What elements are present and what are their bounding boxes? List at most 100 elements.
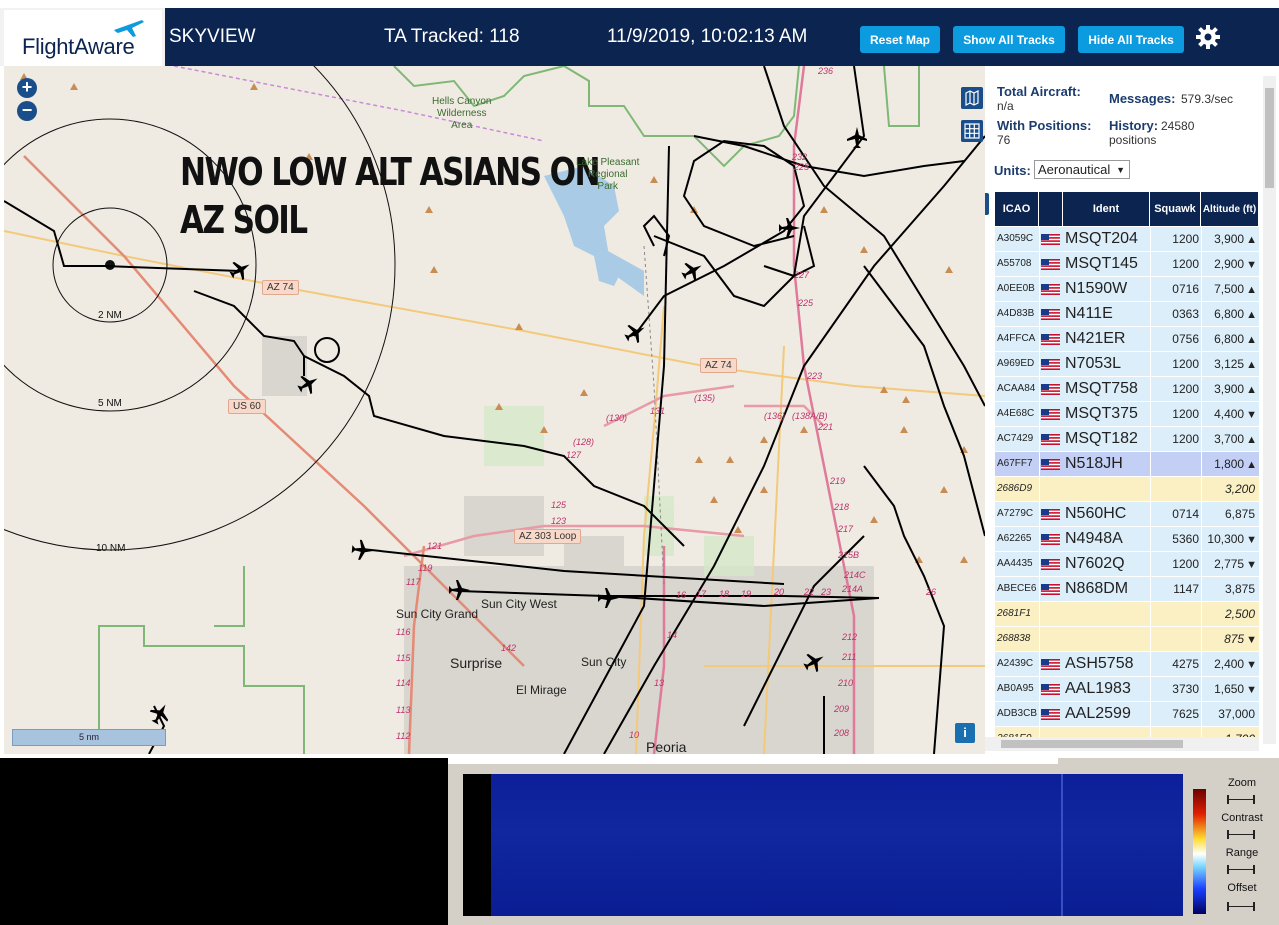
grid-icon[interactable] — [961, 120, 983, 142]
altitude-cell: 6,800 ▲ — [1201, 327, 1257, 351]
column-divider — [1201, 652, 1202, 676]
app-header: FlightAware SKYVIEW TA Tracked: 118 11/9… — [0, 0, 1279, 66]
zoom-slider[interactable] — [1227, 795, 1255, 804]
column-divider — [1039, 577, 1040, 601]
altitude-value: 2,400 — [1214, 657, 1245, 671]
altitude-cell: 2,500 — [1201, 602, 1257, 626]
vertical-scroll-thumb[interactable] — [1265, 88, 1274, 188]
mile-marker: 123 — [551, 516, 567, 526]
altitude-cell: 1,800 ▲ — [1201, 452, 1257, 476]
zoom-label: Zoom — [1227, 777, 1257, 789]
table-row[interactable]: 2686D9 3,200 — [995, 477, 1259, 502]
altitude-cell: 37,000 — [1201, 702, 1257, 726]
mile-marker: (130) — [606, 413, 628, 423]
mile-marker: 212 — [842, 632, 858, 642]
altitude-cell: 3,900 ▲ — [1201, 377, 1257, 401]
col-flag[interactable] — [1039, 192, 1063, 226]
column-divider — [1150, 502, 1151, 526]
contrast-slider[interactable] — [1227, 830, 1255, 839]
altitude-cell: 3,200 — [1201, 477, 1257, 501]
table-row[interactable]: A67FF7 N518JH 1,800 ▲ — [995, 452, 1259, 477]
table-row[interactable]: 2681F1 2,500 — [995, 602, 1259, 627]
table-row[interactable]: A4D83B N411E 0363 6,800 ▲ — [995, 302, 1259, 327]
col-ident[interactable]: Ident — [1063, 192, 1150, 226]
ring-label: 5 NM — [98, 398, 122, 409]
table-row[interactable]: A3059C MSQT204 1200 3,900 ▲ — [995, 227, 1259, 252]
table-row[interactable]: A4FFCA N421ER 0756 6,800 ▲ — [995, 327, 1259, 352]
squawk-cell: 4275 — [1172, 657, 1199, 671]
table-row[interactable]: AB0A95 AAL1983 3730 1,650 ▼ — [995, 677, 1259, 702]
zoom-out-button[interactable]: − — [17, 101, 37, 121]
overlay-line-2: AZ SOIL — [180, 198, 308, 242]
messages-value: 579.3/sec — [1181, 92, 1234, 106]
hide-all-tracks-button[interactable]: Hide All Tracks — [1078, 26, 1184, 53]
column-divider — [1150, 302, 1151, 326]
offset-label: Offset — [1227, 882, 1257, 894]
icao-cell: A4D83B — [997, 308, 1035, 319]
lake-pleasant-line: Lake Pleasant — [576, 157, 640, 168]
altitude-trend-icon: ▲ — [1246, 284, 1257, 296]
table-row[interactable]: 268838 875 ▼ — [995, 627, 1259, 652]
mile-marker: 14 — [667, 630, 678, 640]
table-row[interactable]: AC7429 MSQT182 1200 3,700 ▲ — [995, 427, 1259, 452]
table-row[interactable]: A7279C N560HC 0714 6,875 — [995, 502, 1259, 527]
mile-marker: (138A/B) — [792, 411, 828, 421]
altitude-value: 6,800 — [1214, 307, 1245, 321]
columns-toggle-icon[interactable] — [985, 193, 989, 215]
column-divider — [1201, 302, 1202, 326]
us-flag-icon — [1041, 234, 1060, 245]
reset-map-button[interactable]: Reset Map — [860, 26, 940, 53]
altitude-value: 3,875 — [1224, 582, 1255, 596]
table-row[interactable]: A969ED N7053L 1200 3,125 ▲ — [995, 352, 1259, 377]
table-row[interactable]: ADB3CB AAL2599 7625 37,000 — [995, 702, 1259, 727]
column-divider — [1039, 302, 1040, 326]
squawk-cell — [1151, 602, 1199, 626]
gear-icon[interactable] — [1195, 24, 1221, 50]
altitude-cell: 2,400 ▼ — [1201, 652, 1257, 676]
col-icao[interactable]: ICAO — [995, 192, 1039, 226]
table-row[interactable]: A2439C ASH5758 4275 2,400 ▼ — [995, 652, 1259, 677]
offset-slider[interactable] — [1227, 902, 1255, 911]
map-view[interactable]: + − NWO LOW ALT ASIANS ON AZ SOIL Hells … — [4, 66, 985, 754]
col-altitude[interactable]: Altitude (ft) — [1201, 192, 1259, 226]
info-button[interactable]: i — [955, 723, 975, 743]
table-row[interactable]: ABECE6 N868DM 1147 3,875 — [995, 577, 1259, 602]
squawk-cell: 1200 — [1172, 382, 1199, 396]
aircraft-panel: Total Aircraft: n/a With Positions: 76 M… — [985, 66, 1279, 754]
mile-marker: 19 — [741, 589, 752, 599]
show-all-tracks-button[interactable]: Show All Tracks — [953, 26, 1065, 53]
squawk-cell: 1147 — [1173, 582, 1199, 596]
horizontal-scroll-thumb[interactable] — [1001, 740, 1183, 748]
waterfall-display[interactable] — [463, 774, 1183, 916]
squawk-cell: 0363 — [1172, 307, 1199, 321]
town-label: Peoria — [646, 739, 687, 754]
ident-cell: MSQT145 — [1065, 255, 1138, 272]
column-divider — [1201, 377, 1202, 401]
altitude-value: 6,875 — [1224, 507, 1255, 521]
flightaware-logo[interactable]: FlightAware — [4, 10, 162, 66]
mile-marker: 223 — [807, 371, 823, 381]
table-row[interactable]: A0EE0B N1590W 0716 7,500 ▲ — [995, 277, 1259, 302]
mile-marker: 219 — [830, 476, 846, 486]
column-divider — [1201, 252, 1202, 276]
squawk-cell — [1151, 627, 1199, 651]
table-row[interactable]: AA4435 N7602Q 1200 2,775 ▼ — [995, 552, 1259, 577]
table-row[interactable]: A55708 MSQT145 1200 2,900 ▼ — [995, 252, 1259, 277]
col-squawk[interactable]: Squawk — [1150, 192, 1201, 226]
units-select[interactable]: Aeronautical ▼ — [1034, 160, 1130, 179]
map-layers-icon[interactable] — [961, 87, 983, 109]
mile-marker: 210 — [838, 678, 854, 688]
mile-marker: 225 — [794, 162, 810, 172]
table-row[interactable]: A4E68C MSQT375 1200 4,400 ▼ — [995, 402, 1259, 427]
range-slider[interactable] — [1227, 865, 1255, 874]
us-flag-icon — [1041, 309, 1060, 320]
icao-cell: A2439C — [997, 658, 1034, 669]
column-divider — [1039, 252, 1040, 276]
column-divider — [1150, 377, 1151, 401]
mile-marker: 218 — [834, 502, 850, 512]
table-row[interactable]: A62265 N4948A 5360 10,300 ▼ — [995, 527, 1259, 552]
icao-cell: ACAA84 — [997, 383, 1036, 394]
icao-cell: A4E68C — [997, 408, 1035, 419]
table-row[interactable]: ACAA84 MSQT758 1200 3,900 ▲ — [995, 377, 1259, 402]
zoom-in-button[interactable]: + — [17, 78, 37, 98]
